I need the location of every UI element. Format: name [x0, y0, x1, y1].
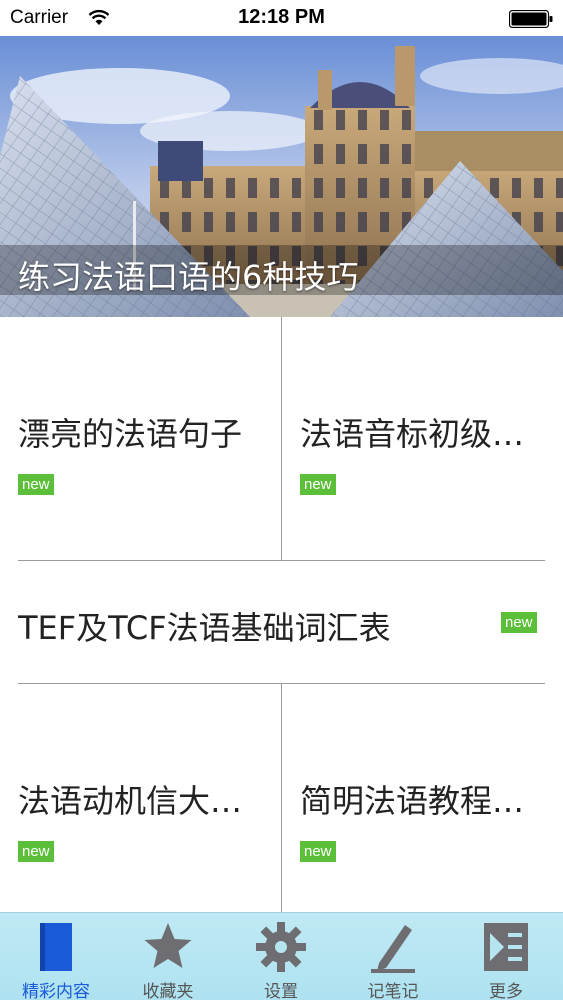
tab-label: 收藏夹	[142, 982, 194, 1000]
tab-settings[interactable]: 设置	[225, 913, 337, 1000]
new-badge: new	[18, 841, 54, 862]
tab-bar: 精彩内容 收藏夹 设置 记笔记 更多	[0, 912, 563, 1000]
article-cell-wide[interactable]: TEF及TCF法语基础词汇表 new	[0, 561, 563, 683]
tab-label: 记笔记	[367, 982, 419, 1000]
article-cell[interactable]: 漂亮的法语句子 new	[0, 317, 281, 560]
article-cell[interactable]: 法语动机信大… new	[0, 684, 281, 912]
tab-featured[interactable]: 精彩内容	[0, 913, 112, 1000]
tab-more[interactable]: 更多	[450, 913, 562, 1000]
article-cell[interactable]: 法语音标初级… new	[282, 317, 563, 560]
article-cell[interactable]: 简明法语教程… new	[282, 684, 563, 912]
hero-banner[interactable]: 练习法语口语的6种技巧	[0, 36, 563, 317]
tab-label: 更多	[489, 982, 523, 1000]
article-title: 法语动机信大…	[18, 782, 243, 820]
pencil-icon	[371, 925, 415, 973]
tab-label: 设置	[264, 982, 298, 1000]
cell-divider	[281, 684, 282, 912]
hero-title: 练习法语口语的6种技巧	[18, 258, 359, 296]
tab-favorites[interactable]: 收藏夹	[112, 913, 224, 1000]
more-icon	[484, 923, 528, 971]
article-title: 漂亮的法语句子	[18, 415, 243, 453]
book-icon	[40, 923, 72, 971]
tab-label: 精彩内容	[22, 982, 90, 1000]
status-bar: Carrier 12:18 PM	[0, 0, 563, 36]
new-badge: new	[300, 474, 336, 495]
article-title: TEF及TCF法语基础词汇表	[18, 609, 391, 647]
battery-icon	[509, 10, 553, 28]
cell-divider	[281, 317, 282, 560]
gear-icon	[256, 922, 306, 972]
status-time: 12:18 PM	[238, 6, 325, 28]
new-badge: new	[18, 474, 54, 495]
new-badge: new	[300, 841, 336, 862]
new-badge: new	[501, 612, 537, 633]
hero-caption: 练习法语口语的6种技巧	[0, 245, 563, 296]
tab-notes[interactable]: 记笔记	[337, 913, 449, 1000]
article-title: 简明法语教程…	[300, 782, 525, 820]
star-icon	[144, 923, 192, 968]
article-title: 法语音标初级…	[300, 415, 525, 453]
